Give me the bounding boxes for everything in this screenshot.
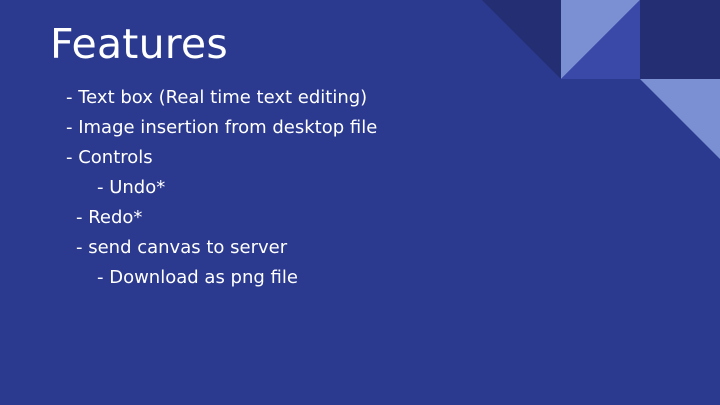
feature-list: - Text box (Real time text editing) - Im…	[0, 83, 377, 293]
list-item: - Download as png file	[97, 267, 298, 288]
slide: Features - Text box (Real time text edit…	[0, 0, 720, 405]
list-item: - send canvas to server	[76, 237, 288, 258]
list-item: - Text box (Real time text editing)	[66, 87, 368, 108]
slide-title: Features	[50, 20, 228, 68]
dark-square-right	[640, 0, 720, 79]
list-item: - Undo*	[97, 177, 166, 198]
list-item: - Controls	[66, 147, 153, 168]
list-item: - Image insertion from desktop file	[66, 117, 378, 138]
dark-triangle-left	[482, 0, 561, 79]
list-item: - Redo*	[76, 207, 143, 228]
light-triangle-right	[640, 79, 720, 159]
